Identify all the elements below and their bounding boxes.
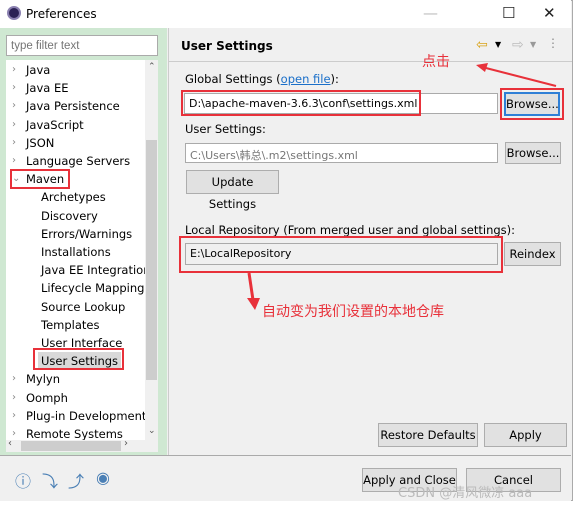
apply-button[interactable]: Apply — [484, 423, 567, 447]
help-icon[interactable]: ⓘ — [13, 468, 33, 491]
arrowhead-down — [247, 298, 260, 310]
annotation-click-text: 点击 — [422, 54, 450, 70]
arrow-down — [247, 272, 255, 301]
import-icon[interactable]: ⤵ — [40, 468, 60, 491]
arrowhead-click — [476, 63, 488, 72]
restore-defaults-button[interactable]: Restore Defaults — [378, 423, 478, 447]
export-icon[interactable]: ⤴ — [66, 468, 86, 491]
arrow-to-click-label — [481, 66, 557, 87]
record-icon[interactable]: ◉ — [93, 468, 113, 488]
annotation-auto-text: 自动变为我们设置的本地仓库 — [262, 304, 444, 320]
watermark: CSDN @清风微凉 aaa — [398, 486, 533, 501]
